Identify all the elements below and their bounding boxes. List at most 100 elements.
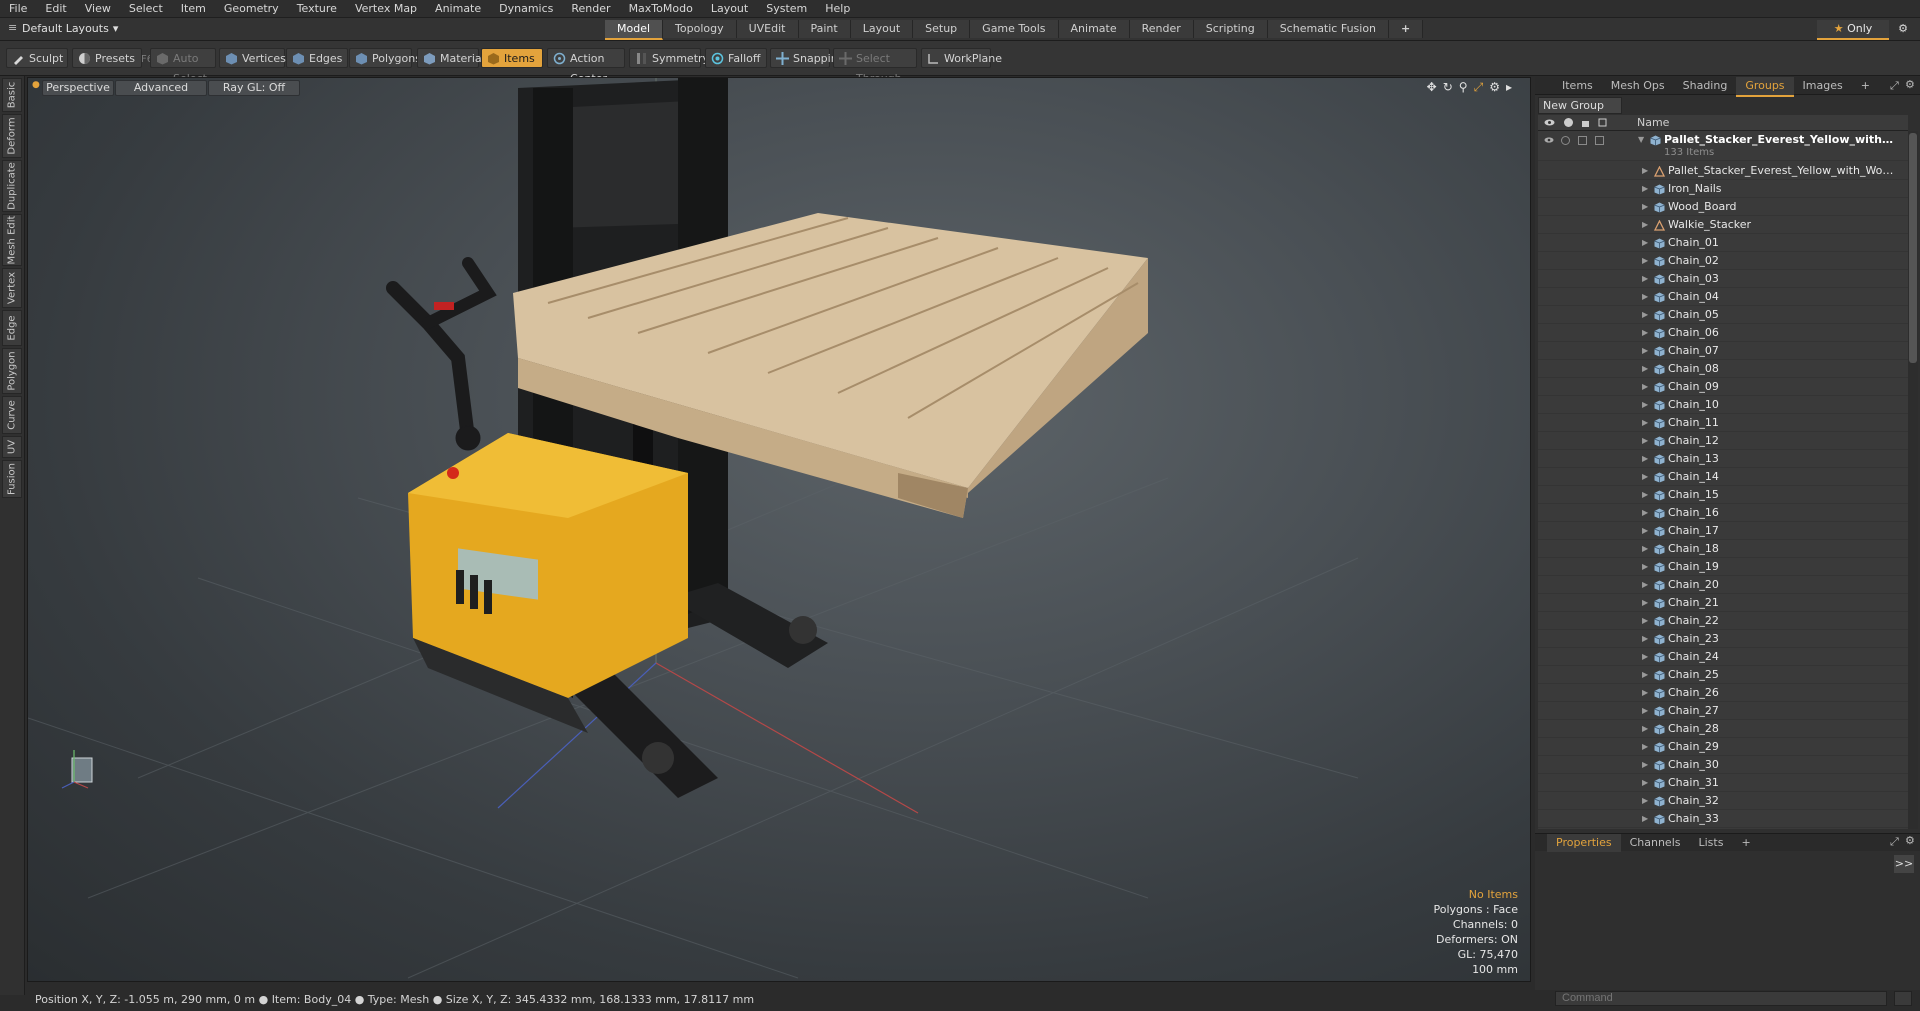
tab-topology[interactable]: Topology: [663, 20, 737, 38]
group-item-row[interactable]: ▶ Chain_08: [1538, 360, 1908, 378]
add-tab-button[interactable]: +: [1389, 20, 1424, 38]
command-input[interactable]: [1555, 991, 1887, 1006]
group-item-row[interactable]: ▶ Chain_15: [1538, 486, 1908, 504]
panel-tab-mesh-ops[interactable]: Mesh Ops: [1602, 77, 1674, 95]
menu-layout[interactable]: Layout: [702, 0, 757, 17]
select-toggle[interactable]: [1595, 136, 1604, 145]
command-history-button[interactable]: [1894, 991, 1912, 1006]
select-through-button[interactable]: Select Through: [833, 48, 917, 85]
props-tab-lists[interactable]: Lists: [1690, 834, 1733, 852]
menu-render[interactable]: Render: [562, 0, 619, 17]
layout-selector[interactable]: Default Layouts ▾: [22, 21, 118, 37]
group-item-row[interactable]: ▶ Chain_25: [1538, 666, 1908, 684]
group-item-row[interactable]: ▶ Chain_02: [1538, 252, 1908, 270]
3d-viewport[interactable]: ● Perspective Advanced Ray GL: Off ✥ ↻ ⚲…: [27, 77, 1531, 982]
action-center-button[interactable]: Action Center: [547, 48, 625, 85]
panel-gear-icon[interactable]: ⚙: [1905, 78, 1915, 91]
shading-mode-button[interactable]: Advanced: [115, 80, 207, 96]
group-item-row[interactable]: ▶ Chain_26: [1538, 684, 1908, 702]
expand-triangle-icon[interactable]: ▶: [1642, 450, 1648, 468]
expand-triangle-icon[interactable]: ▶: [1642, 612, 1648, 630]
group-item-row[interactable]: ▶ Chain_33: [1538, 810, 1908, 828]
group-item-row[interactable]: ▶ Chain_30: [1538, 756, 1908, 774]
rotate-view-icon[interactable]: ↻: [1443, 80, 1453, 95]
only-button[interactable]: ★ Only: [1817, 20, 1889, 40]
group-root-row[interactable]: ▼ Pallet_Stacker_Everest_Yellow_with_W...…: [1538, 131, 1908, 161]
expand-triangle-icon[interactable]: ▶: [1642, 702, 1648, 720]
expand-triangle-icon[interactable]: ▶: [1642, 774, 1648, 792]
menu-edit[interactable]: Edit: [36, 0, 75, 17]
group-item-row[interactable]: ▶ Chain_34: [1538, 828, 1908, 829]
group-item-row[interactable]: ▶ Pallet_Stacker_Everest_Yellow_with_Wood…: [1538, 162, 1908, 180]
props-tab-properties[interactable]: Properties: [1547, 834, 1621, 854]
group-item-row[interactable]: ▶ Chain_06: [1538, 324, 1908, 342]
tab-model[interactable]: Model: [605, 20, 664, 40]
expand-triangle-icon[interactable]: ▶: [1642, 828, 1648, 829]
group-item-row[interactable]: ▶ Iron_Nails: [1538, 180, 1908, 198]
workplane-button[interactable]: WorkPlane: [921, 48, 1002, 68]
collapse-icon[interactable]: ≡: [8, 21, 17, 34]
group-item-row[interactable]: ▶ Chain_01: [1538, 234, 1908, 252]
expand-triangle-icon[interactable]: ▶: [1642, 540, 1648, 558]
panel-tab-images[interactable]: Images: [1794, 77, 1852, 95]
expand-triangle-icon[interactable]: ▶: [1642, 396, 1648, 414]
symmetry-button[interactable]: Symmetry: [629, 48, 709, 68]
group-item-row[interactable]: ▶ Chain_28: [1538, 720, 1908, 738]
expand-triangle-icon[interactable]: ▶: [1642, 810, 1648, 828]
group-item-row[interactable]: ▶ Chain_13: [1538, 450, 1908, 468]
group-item-row[interactable]: ▶ Chain_12: [1538, 432, 1908, 450]
list-scrollbar[interactable]: [1908, 131, 1918, 829]
group-item-row[interactable]: ▶ Walkie_Stacker: [1538, 216, 1908, 234]
expand-triangle-icon[interactable]: ▶: [1642, 216, 1648, 234]
add-panel-tab-button[interactable]: +: [1852, 77, 1879, 95]
group-item-row[interactable]: ▶ Chain_07: [1538, 342, 1908, 360]
falloff-button[interactable]: Falloff: [705, 48, 767, 68]
tab-layout[interactable]: Layout: [850, 20, 914, 38]
expand-triangle-icon[interactable]: ▶: [1642, 342, 1648, 360]
expand-triangle-icon[interactable]: ▶: [1642, 432, 1648, 450]
expand-triangle-icon[interactable]: ▶: [1642, 378, 1648, 396]
props-popout-icon[interactable]: ⤢: [1890, 835, 1899, 849]
group-item-row[interactable]: ▶ Chain_14: [1538, 468, 1908, 486]
group-item-row[interactable]: ▶ Chain_19: [1538, 558, 1908, 576]
expand-button[interactable]: >>: [1894, 855, 1914, 873]
left-tab-vertex[interactable]: Vertex: [2, 268, 22, 308]
move-view-icon[interactable]: ✥: [1427, 80, 1437, 95]
tab-game-tools[interactable]: Game Tools: [970, 20, 1059, 38]
panel-popout-icon[interactable]: ⤢: [1890, 79, 1899, 93]
zoom-view-icon[interactable]: ⚲: [1459, 80, 1468, 95]
edges-button[interactable]: Edges2: [286, 48, 355, 68]
menu-file[interactable]: File: [0, 0, 36, 17]
viewport-menu-icon[interactable]: ●: [32, 80, 40, 90]
expand-triangle-icon[interactable]: ▶: [1642, 558, 1648, 576]
menu-system[interactable]: System: [757, 0, 816, 17]
menu-dynamics[interactable]: Dynamics: [490, 0, 562, 17]
expand-triangle-icon[interactable]: ▶: [1642, 720, 1648, 738]
group-item-row[interactable]: ▶ Chain_10: [1538, 396, 1908, 414]
group-item-row[interactable]: ▶ Chain_31: [1538, 774, 1908, 792]
expand-triangle-icon[interactable]: ▶: [1642, 594, 1648, 612]
left-tab-edge[interactable]: Edge: [2, 310, 22, 346]
lock-toggle[interactable]: [1578, 136, 1587, 145]
group-item-row[interactable]: ▶ Chain_27: [1538, 702, 1908, 720]
expand-triangle-icon[interactable]: ▶: [1642, 684, 1648, 702]
expand-triangle-icon[interactable]: ▶: [1642, 180, 1648, 198]
expand-triangle-icon[interactable]: ▶: [1642, 306, 1648, 324]
group-item-row[interactable]: ▶ Chain_09: [1538, 378, 1908, 396]
expand-triangle-icon[interactable]: ▶: [1642, 648, 1648, 666]
left-tab-polygon[interactable]: Polygon: [2, 348, 22, 394]
fit-view-icon[interactable]: ⤢: [1474, 80, 1484, 95]
expand-triangle-icon[interactable]: ▶: [1642, 324, 1648, 342]
raygl-button[interactable]: Ray GL: Off: [208, 80, 300, 96]
tab-setup[interactable]: Setup: [913, 20, 971, 38]
menu-vertex-map[interactable]: Vertex Map: [346, 0, 426, 17]
props-tab-channels[interactable]: Channels: [1621, 834, 1690, 852]
left-tab-curve[interactable]: Curve: [2, 396, 22, 434]
group-item-row[interactable]: ▶ Chain_22: [1538, 612, 1908, 630]
left-tab-deform[interactable]: Deform: [2, 114, 22, 158]
scrollbar-thumb[interactable]: [1909, 133, 1917, 363]
left-tab-basic[interactable]: Basic: [2, 78, 22, 112]
menu-animate[interactable]: Animate: [426, 0, 490, 17]
tab-uvedit[interactable]: UVEdit: [736, 20, 799, 38]
presets-button[interactable]: Presets F6: [72, 48, 153, 68]
